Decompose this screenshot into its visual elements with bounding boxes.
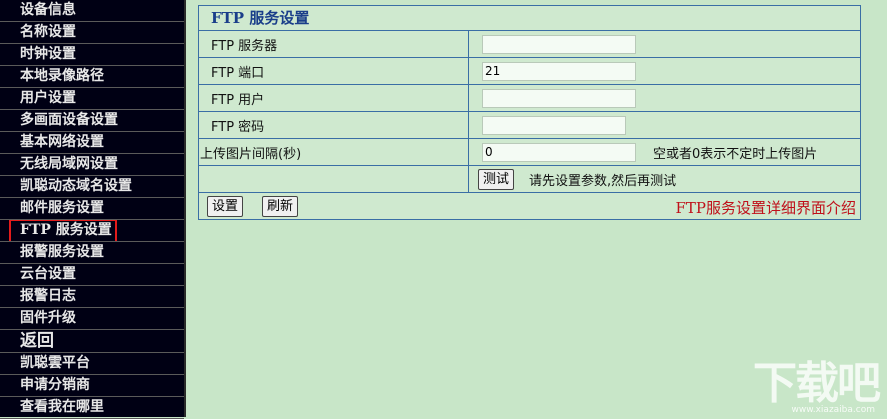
- upload-interval-hint: 空或者0表示不定时上传图片: [653, 146, 818, 162]
- watermark-url: www.xiazaiba.com: [791, 405, 875, 415]
- ftp-user-input[interactable]: [482, 88, 636, 108]
- test-button[interactable]: 测试: [478, 168, 515, 190]
- panel-title: FTP 服务设置: [199, 6, 860, 31]
- sidebar-item-alarm-log[interactable]: 报警日志: [0, 286, 184, 308]
- sidebar-item-wlan-settings[interactable]: 无线局域网设置: [0, 154, 184, 176]
- test-row: 测试 请先设置参数,然后再测试: [199, 166, 860, 193]
- sidebar-item-back[interactable]: 返回: [0, 330, 184, 353]
- refresh-button[interactable]: 刷新: [262, 195, 299, 217]
- ftp-server-input[interactable]: [482, 34, 636, 54]
- sidebar-item-name-settings[interactable]: 名称设置: [0, 22, 184, 44]
- sidebar-item-alarm-service[interactable]: 报警服务设置: [0, 242, 184, 264]
- ftp-port-input[interactable]: [482, 61, 636, 81]
- page-caption: FTP服务设置详细界面介绍: [675, 199, 856, 217]
- sidebar-item-ftp-service[interactable]: FTP 服务设置: [0, 220, 184, 242]
- upload-interval-input[interactable]: [482, 142, 636, 162]
- sidebar-item-local-record-path[interactable]: 本地录像路径: [0, 66, 184, 88]
- ftp-settings-panel: FTP 服务设置 FTP 服务器 FTP 端口 FTP 用户 FTP 密码 上传…: [198, 5, 861, 220]
- sidebar-item-basic-network[interactable]: 基本网络设置: [0, 132, 184, 154]
- set-button[interactable]: 设置: [207, 195, 244, 217]
- ftp-user-row: FTP 用户: [199, 85, 860, 112]
- sidebar-item-cloud-platform[interactable]: 凯聪雲平台: [0, 353, 184, 375]
- sidebar-item-mail-service[interactable]: 邮件服务设置: [0, 198, 184, 220]
- sidebar-item-device-info[interactable]: 设备信息: [0, 0, 184, 22]
- panel-footer: 设置 刷新 FTP服务设置详细界面介绍: [199, 193, 860, 219]
- sidebar-item-multi-view-settings[interactable]: 多画面设备设置: [0, 110, 184, 132]
- ftp-password-label: FTP 密码: [199, 112, 469, 138]
- ftp-port-label: FTP 端口: [199, 58, 469, 84]
- test-row-label: [199, 166, 469, 192]
- ftp-port-row: FTP 端口: [199, 58, 860, 85]
- sidebar-item-apply-distributor[interactable]: 申请分销商: [0, 375, 184, 397]
- upload-interval-label: 上传图片间隔(秒): [199, 139, 469, 165]
- sidebar-item-where-am-i[interactable]: 查看我在哪里: [0, 397, 184, 419]
- sidebar-item-firmware-upgrade[interactable]: 固件升级: [0, 308, 184, 330]
- sidebar-item-clock-settings[interactable]: 时钟设置: [0, 44, 184, 66]
- sidebar-item-ptz-settings[interactable]: 云台设置: [0, 264, 184, 286]
- ftp-password-input[interactable]: [482, 115, 626, 135]
- upload-interval-row: 上传图片间隔(秒) 空或者0表示不定时上传图片: [199, 139, 860, 166]
- ftp-server-label: FTP 服务器: [199, 31, 469, 57]
- sidebar-item-ddns-settings[interactable]: 凯聪动态域名设置: [0, 176, 184, 198]
- sidebar: 设备信息 名称设置 时钟设置 本地录像路径 用户设置 多画面设备设置 基本网络设…: [0, 0, 186, 419]
- sidebar-item-user-settings[interactable]: 用户设置: [0, 88, 184, 110]
- watermark-text: 下载吧: [753, 358, 881, 409]
- test-hint: 请先设置参数,然后再测试: [529, 173, 677, 189]
- ftp-server-row: FTP 服务器: [199, 31, 860, 58]
- watermark-logo: 下载吧 www.xiazaiba.com: [753, 347, 881, 415]
- ftp-user-label: FTP 用户: [199, 85, 469, 111]
- ftp-password-row: FTP 密码: [199, 112, 860, 139]
